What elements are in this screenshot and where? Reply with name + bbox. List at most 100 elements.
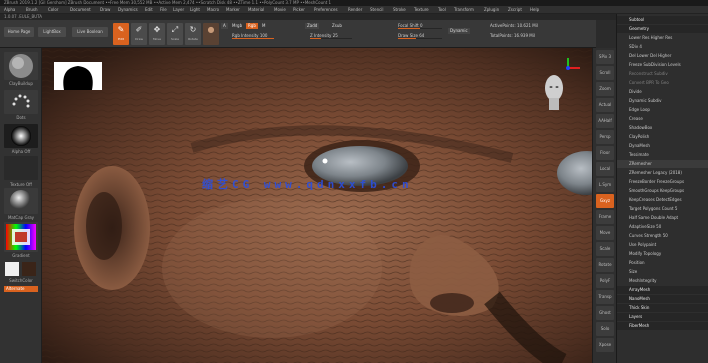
scale-view-button[interactable]: Scale — [596, 242, 614, 256]
menu-dynamics[interactable]: Dynamics — [118, 6, 138, 14]
menu-transform[interactable]: Transform — [454, 6, 474, 14]
palette-row[interactable]: Del Lower Del Higher — [617, 52, 708, 60]
m-button[interactable]: M — [260, 23, 267, 29]
palette-row[interactable]: FiberMesh — [617, 322, 708, 330]
palette-row[interactable]: ZRemesher Legacy (2018) — [617, 169, 708, 177]
palette-row[interactable]: Modify Topology — [617, 250, 708, 258]
solo-button[interactable]: Solo — [596, 322, 614, 336]
palette-row[interactable]: Curves Strength 50 — [617, 232, 708, 240]
gizmo-axis-icon[interactable] — [538, 58, 584, 114]
gxyz-button[interactable]: Gxyz — [596, 194, 614, 208]
menu-alpha[interactable]: Alpha — [4, 6, 15, 14]
brush-selector[interactable] — [4, 52, 38, 80]
palette-row[interactable]: Layers — [617, 313, 708, 321]
home-page-button[interactable]: Home Page — [4, 27, 34, 37]
transp-button[interactable]: Transp — [596, 290, 614, 304]
xpose-button[interactable]: Xpose — [596, 338, 614, 352]
palette-row[interactable]: ArrayMesh — [617, 286, 708, 294]
material-selector[interactable] — [4, 188, 38, 214]
move-view-button[interactable]: Move — [596, 226, 614, 240]
rotate-view-button[interactable]: Rotate — [596, 258, 614, 272]
menu-movie[interactable]: Movie — [274, 6, 286, 14]
palette-row[interactable]: Position — [617, 259, 708, 267]
palette-row[interactable]: ShadowBox — [617, 124, 708, 132]
palette-row[interactable]: SDiv 4 — [617, 43, 708, 51]
palette-row[interactable]: Divide — [617, 88, 708, 96]
palette-row[interactable]: Half Same Double Adapt — [617, 214, 708, 222]
palette-row[interactable]: FreezeBorder FreezeGroups — [617, 178, 708, 186]
palette-row[interactable]: SmoothGroups KeepGroups — [617, 187, 708, 195]
menu-edit[interactable]: Edit — [145, 6, 153, 14]
move-button[interactable]: ✥ Move — [149, 23, 165, 45]
live-boolean-button[interactable]: Live Boolean — [72, 27, 108, 37]
palette-row[interactable]: Edge Loop — [617, 106, 708, 114]
palette-row[interactable]: DynaMesh — [617, 142, 708, 150]
menu-material[interactable]: Material — [248, 6, 264, 14]
scroll-button[interactable]: Scroll — [596, 66, 614, 80]
spix-button[interactable]: SPix 3 — [596, 50, 614, 64]
color-picker[interactable] — [4, 222, 38, 252]
menu-brush[interactable]: Brush — [26, 6, 38, 14]
menu-texture[interactable]: Texture — [414, 6, 429, 14]
draw-size-slider[interactable]: Draw Size 64 — [398, 33, 442, 39]
zadd-button[interactable]: Zadd — [305, 23, 320, 29]
zsub-button[interactable]: Zsub — [330, 23, 344, 29]
persp-button[interactable]: Persp — [596, 130, 614, 144]
palette-row[interactable]: Size — [617, 268, 708, 276]
main-color-swatch[interactable] — [5, 262, 19, 276]
menu-stencil[interactable]: Stencil — [370, 6, 384, 14]
alternate-button[interactable]: Alternate — [4, 286, 38, 292]
secondary-color-swatch[interactable] — [22, 262, 36, 276]
menu-zplugin[interactable]: Zplugin — [484, 6, 499, 14]
palette-row[interactable]: AdaptiveSize 50 — [617, 223, 708, 231]
rgb-intensity-slider[interactable]: Rgb Intensity 100 — [232, 33, 274, 39]
draw-button[interactable]: ✐ Draw — [131, 23, 147, 45]
local-button[interactable]: Local — [596, 162, 614, 176]
a-toggle[interactable]: A — [221, 23, 228, 29]
menu-zscript[interactable]: Zscript — [508, 6, 522, 14]
lightbox-button[interactable]: LightBox — [38, 27, 66, 37]
z-intensity-slider[interactable]: Z Intensity 25 — [310, 33, 352, 39]
menu-picker[interactable]: Picker — [293, 6, 305, 14]
palette-row[interactable]: MeshIntegrity — [617, 277, 708, 285]
palette-row[interactable]: Crease — [617, 115, 708, 123]
navigator-thumbnail[interactable] — [54, 62, 102, 90]
menu-tool[interactable]: Tool — [438, 6, 446, 14]
palette-row[interactable]: ZRemesher — [617, 160, 708, 168]
edit-button[interactable]: ✎ Edit — [113, 23, 129, 45]
focal-shift-slider[interactable]: Focal Shift 0 — [398, 23, 442, 29]
scale-button[interactable]: ⤢ Scale — [167, 23, 183, 45]
actual-button[interactable]: Actual — [596, 98, 614, 112]
dynamic-button[interactable]: Dynamic — [448, 28, 470, 34]
texture-selector[interactable] — [4, 156, 38, 180]
palette-row[interactable]: Geometry — [617, 25, 708, 33]
palette-header[interactable]: Subtool — [617, 16, 708, 24]
palette-row[interactable]: Thick Skin — [617, 304, 708, 312]
menu-layer[interactable]: Layer — [173, 6, 184, 14]
frame-button[interactable]: Frame — [596, 210, 614, 224]
rotate-button[interactable]: ↻ Rotate — [185, 23, 201, 45]
aahalf-button[interactable]: AAHalf — [596, 114, 614, 128]
material-button[interactable]: ● — [203, 23, 219, 45]
palette-row[interactable]: Reconstruct Subdiv — [617, 70, 708, 78]
palette-row[interactable]: Freeze SubDivision Levels — [617, 61, 708, 69]
palette-row[interactable]: Tessimate — [617, 151, 708, 159]
palette-row[interactable]: Dynamic Subdiv — [617, 97, 708, 105]
palette-row[interactable]: ClayPolish — [617, 133, 708, 141]
palette-row[interactable]: Lower Res Higher Res — [617, 34, 708, 42]
canvas-viewport[interactable] — [42, 48, 592, 363]
floor-button[interactable]: Floor — [596, 146, 614, 160]
polyf-button[interactable]: PolyF — [596, 274, 614, 288]
menu-light[interactable]: Light — [190, 6, 200, 14]
palette-row[interactable]: Convert BPR To Geo — [617, 79, 708, 87]
lsym-button[interactable]: L.Sym — [596, 178, 614, 192]
menu-document[interactable]: Document — [70, 6, 91, 14]
menu-render[interactable]: Render — [348, 6, 362, 14]
palette-row[interactable]: Use Polypaint — [617, 241, 708, 249]
switch-color-label[interactable]: SwitchColor — [0, 278, 42, 283]
palette-row[interactable]: KeepCreases DetectEdges — [617, 196, 708, 204]
menu-marker[interactable]: Marker — [226, 6, 240, 14]
alpha-selector[interactable] — [4, 124, 38, 148]
menu-stroke[interactable]: Stroke — [393, 6, 406, 14]
menu-color[interactable]: Color — [48, 6, 58, 14]
